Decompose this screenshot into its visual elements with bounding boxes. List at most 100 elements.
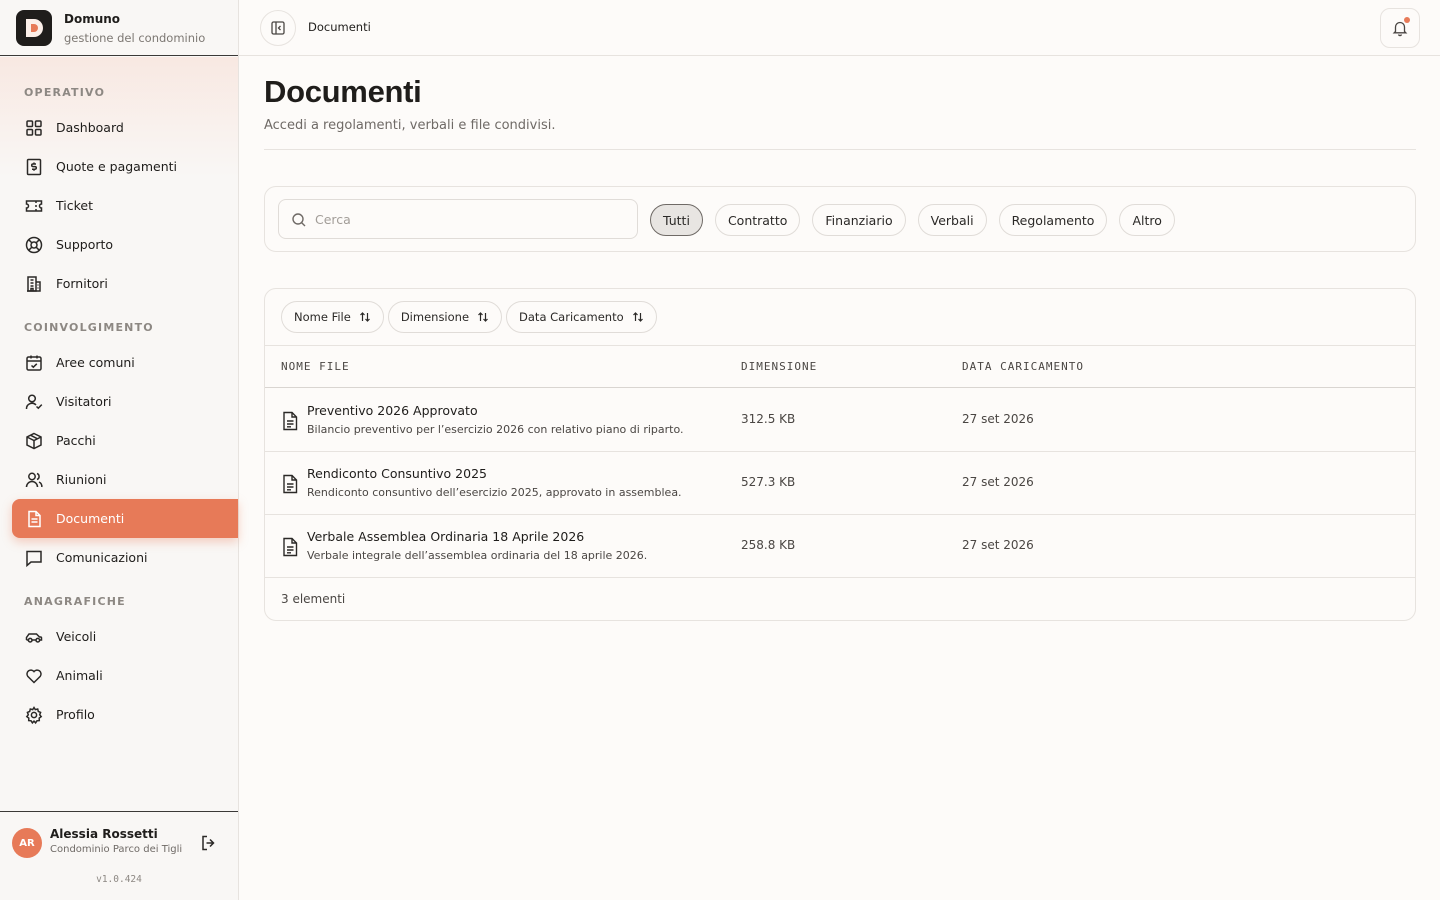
file-name[interactable]: Preventivo 2026 Approvato xyxy=(307,403,478,418)
sidebar-item-documenti[interactable]: Documenti xyxy=(12,499,238,538)
sort-label: Nome File xyxy=(294,310,351,324)
grid-icon xyxy=(26,119,42,136)
sidebar-toggle-button[interactable] xyxy=(260,10,296,46)
user-panel: AR Alessia Rossetti Condominio Parco dei… xyxy=(0,811,238,900)
chip-verbali[interactable]: Verbali xyxy=(917,204,987,236)
file-size: 258.8 KB xyxy=(741,538,796,552)
brand-name: Domuno xyxy=(64,11,121,26)
sidebar-item-comunicazioni[interactable]: Comunicazioni xyxy=(12,538,238,577)
page-title: Documenti xyxy=(264,74,422,109)
document-icon xyxy=(283,411,298,431)
sidebar-item-riunioni[interactable]: Riunioni xyxy=(12,460,238,499)
user-name: Alessia Rossetti xyxy=(50,827,158,841)
table-row[interactable]: Rendiconto Consuntivo 2025 Rendiconto co… xyxy=(265,452,1415,515)
file-date: 27 set 2026 xyxy=(962,412,1034,426)
table-header: NOME FILE DIMENSIONE DATA CARICAMENTO xyxy=(265,345,1415,388)
sidebar-item-label: Ticket xyxy=(56,198,93,213)
sidebar-item-label: Pacchi xyxy=(56,433,96,448)
column-header-date[interactable]: DATA CARICAMENTO xyxy=(962,360,1084,373)
sidebar-item-aree-comuni[interactable]: Aree comuni xyxy=(12,343,238,382)
category-chips: Tutti Contratto Finanziario Verbali Rego… xyxy=(650,204,1187,236)
sidebar-item-label: Fornitori xyxy=(56,276,108,291)
chip-contratto[interactable]: Contratto xyxy=(714,204,801,236)
heart-icon xyxy=(26,668,42,684)
chip-altro[interactable]: Altro xyxy=(1119,204,1175,236)
sidebar-item-label: Riunioni xyxy=(56,472,107,487)
users-icon xyxy=(25,472,43,487)
sidebar-item-profilo[interactable]: Profilo xyxy=(12,695,238,734)
table-row[interactable]: Preventivo 2026 Approvato Bilancio preve… xyxy=(265,389,1415,452)
sidebar-item-pacchi[interactable]: Pacchi xyxy=(12,421,238,460)
breadcrumb: Documenti xyxy=(308,20,371,34)
sidebar-item-dashboard[interactable]: Dashboard xyxy=(12,108,238,147)
sidebar-item-fornitori[interactable]: Fornitori xyxy=(12,264,238,303)
file-size: 312.5 KB xyxy=(741,412,796,426)
chip-regolamento[interactable]: Regolamento xyxy=(998,204,1108,236)
lifebuoy-icon xyxy=(25,236,43,253)
sort-label: Data Caricamento xyxy=(519,310,624,324)
sort-label: Dimensione xyxy=(400,310,470,324)
search-box xyxy=(278,199,638,239)
file-description: Verbale integrale dell’assemblea ordinar… xyxy=(307,549,648,562)
chip-finanziario[interactable]: Finanziario xyxy=(812,204,906,236)
file-date: 27 set 2026 xyxy=(962,475,1034,489)
search-input[interactable] xyxy=(315,200,615,238)
file-name[interactable]: Verbale Assemblea Ordinaria 18 Aprile 20… xyxy=(307,529,584,544)
avatar[interactable]: AR xyxy=(12,828,42,858)
sidebar-item-quote-pagamenti[interactable]: Quote e pagamenti xyxy=(12,147,238,186)
app-version: v1.0.424 xyxy=(96,874,142,885)
table-row[interactable]: Verbale Assemblea Ordinaria 18 Aprile 20… xyxy=(265,515,1415,578)
file-icon xyxy=(28,510,41,527)
sidebar-toggle-icon xyxy=(271,21,285,35)
search-icon xyxy=(292,213,306,227)
sidebar-item-label: Quote e pagamenti xyxy=(56,159,177,174)
item-count: 3 elementi xyxy=(281,592,346,606)
gear-icon xyxy=(25,705,43,724)
document-icon xyxy=(283,474,298,494)
sort-by-name-button[interactable]: Nome File xyxy=(281,301,384,333)
sidebar-item-veicoli[interactable]: Veicoli xyxy=(12,617,238,656)
sidebar-item-label: Animali xyxy=(56,668,103,683)
notifications-button[interactable] xyxy=(1380,8,1420,48)
building-icon xyxy=(27,275,41,292)
section-label-coinvolgimento: COINVOLGIMENTO xyxy=(24,321,154,334)
sort-controls: Nome File Dimensione Data Caricamento xyxy=(281,301,661,333)
column-header-name[interactable]: NOME FILE xyxy=(281,360,350,373)
sidebar-item-label: Veicoli xyxy=(56,629,97,644)
sort-by-date-button[interactable]: Data Caricamento xyxy=(506,301,657,333)
sidebar-item-label: Dashboard xyxy=(56,120,124,135)
file-size: 527.3 KB xyxy=(741,475,796,489)
calendar-icon xyxy=(26,355,42,371)
sidebar-item-label: Comunicazioni xyxy=(56,550,148,565)
sidebar-item-label: Profilo xyxy=(56,707,95,722)
sort-arrows-icon xyxy=(478,312,488,322)
topbar: Documenti xyxy=(239,0,1440,56)
sidebar-nav: OPERATIVO Dashboard Quote e pagamenti Ti… xyxy=(12,78,238,734)
notification-badge xyxy=(1404,17,1410,23)
column-header-size[interactable]: DIMENSIONE xyxy=(741,360,817,373)
sort-by-size-button[interactable]: Dimensione xyxy=(387,301,503,333)
ticket-icon xyxy=(25,199,43,212)
file-date: 27 set 2026 xyxy=(962,538,1034,552)
chip-tutti[interactable]: Tutti xyxy=(650,204,703,236)
page-subtitle: Accedi a regolamenti, verbali e file con… xyxy=(264,118,556,133)
filter-bar: Tutti Contratto Finanziario Verbali Rego… xyxy=(264,186,1416,252)
documents-table: Nome File Dimensione Data Caricamento NO… xyxy=(264,288,1416,621)
sidebar-item-supporto[interactable]: Supporto xyxy=(12,225,238,264)
logout-icon[interactable] xyxy=(199,833,219,853)
sidebar-item-label: Supporto xyxy=(56,237,114,252)
brand[interactable]: Domuno gestione del condominio xyxy=(0,0,238,56)
sidebar-item-animali[interactable]: Animali xyxy=(12,656,238,695)
car-icon xyxy=(25,632,43,643)
sidebar-item-visitatori[interactable]: Visitatori xyxy=(12,382,238,421)
sidebar-item-label: Visitatori xyxy=(56,394,112,409)
user-org: Condominio Parco dei Tigli xyxy=(50,844,183,855)
section-label-anagrafiche: ANAGRAFICHE xyxy=(24,595,126,608)
brand-logo xyxy=(16,9,52,46)
sidebar-item-label: Documenti xyxy=(56,511,125,526)
sidebar: Domuno gestione del condominio OPERATIVO… xyxy=(0,0,239,900)
sidebar-item-ticket[interactable]: Ticket xyxy=(12,186,238,225)
receipt-icon xyxy=(26,158,42,175)
package-icon xyxy=(26,432,42,449)
file-name[interactable]: Rendiconto Consuntivo 2025 xyxy=(307,466,487,481)
